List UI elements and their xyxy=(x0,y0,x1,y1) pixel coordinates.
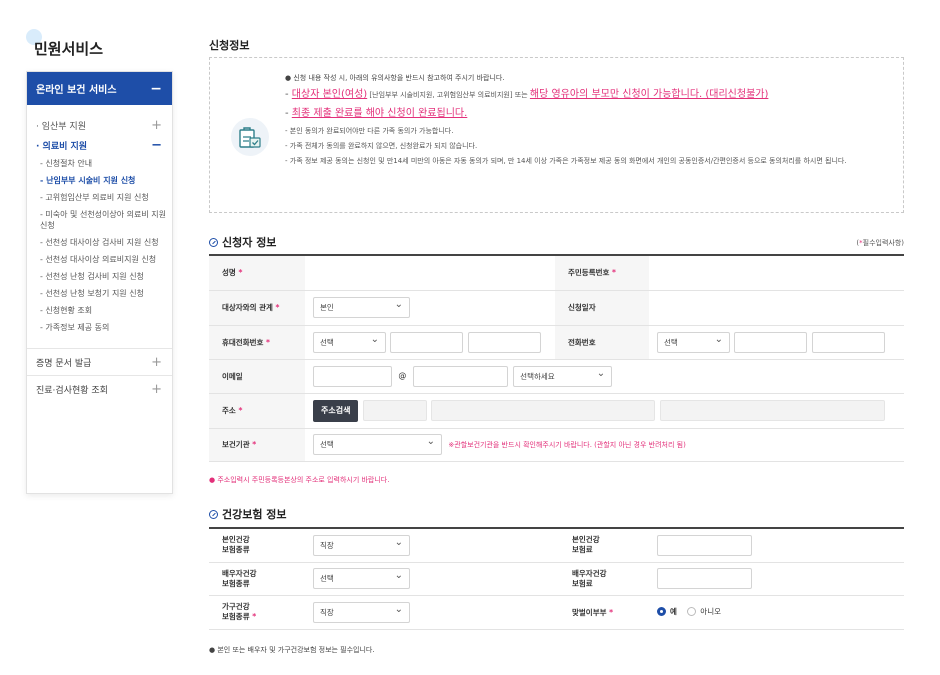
phone-last-input[interactable] xyxy=(811,331,885,353)
required-note: (*필수입력사항) xyxy=(856,239,904,247)
address-search-button[interactable]: 주소검색 xyxy=(313,399,359,422)
rrn-value xyxy=(649,255,904,291)
sidebar-item-label: · 임산부 지원 xyxy=(36,121,86,132)
sidebar-item-label: 진료·검사현황 조회 xyxy=(36,385,108,396)
section-icon xyxy=(209,509,218,519)
sidebar-subitem[interactable]: - 가족정보 제공 동의 xyxy=(40,319,172,336)
expand-icon[interactable]: + xyxy=(151,382,162,397)
spouse-insurance-fee-input[interactable] xyxy=(657,568,752,589)
page-title: 신청정보 xyxy=(209,39,250,52)
sidebar-item-label: 증명 문서 발급 xyxy=(36,358,92,369)
radio-checked-icon xyxy=(657,607,666,616)
household-insurance-type-select[interactable]: 직장 xyxy=(313,600,410,623)
sidebar-subitem[interactable]: - 신청절차 안내 xyxy=(40,155,172,172)
health-center-label: 보건기관 * xyxy=(209,428,305,462)
applicant-form: 성명 * 주민등록번호 * 대상자와의 관계 * 본인 신청일자 휴대전화번호 … xyxy=(209,254,904,462)
address-note: ● 주소입력시 주민등록등본상의 주소로 입력하시기 바랍니다. xyxy=(209,476,390,484)
health-center-warning: ※관할보건기관을 반드시 확인해주시기 바랍니다. (관할지 아닌 경우 반려처… xyxy=(448,440,686,449)
sidebar-subitem[interactable]: - 선천성 난청 검사비 지원 신청 xyxy=(40,268,172,285)
notice-line: - 가족 정보 제공 동의는 신청인 및 만14세 미만의 아동은 자동 동의가… xyxy=(285,157,847,165)
expand-icon[interactable]: + xyxy=(151,355,162,370)
mobile-prefix-select[interactable]: 선택 xyxy=(313,330,386,353)
phone-middle-input[interactable] xyxy=(734,331,808,353)
sidebar-item-exam-status[interactable]: 진료·검사현황 조회 + xyxy=(27,375,172,402)
self-insurance-type-select[interactable]: 직장 xyxy=(313,533,410,556)
sidebar-subitem[interactable]: - 신청현황 조회 xyxy=(40,302,172,319)
date-label: 신청일자 xyxy=(555,290,649,326)
expand-icon[interactable]: + xyxy=(151,118,162,133)
email-id-input[interactable] xyxy=(313,365,392,387)
notice-line: - 최종 제출 완료를 해야 신청이 완료됩니다. xyxy=(285,108,468,119)
sidebar-submenu: - 신청절차 안내 - 난임부부 시술비 지원 신청 - 고위험임산부 의료비 … xyxy=(27,155,172,336)
insurance-form: 본인건강 보험종류 직장 본인건강 보험료 배우자건강 보험종류 선택 배우자건… xyxy=(209,527,904,630)
info-icon: ● xyxy=(209,646,216,654)
spouse-insurance-type-select[interactable]: 선택 xyxy=(313,566,410,589)
health-center-select[interactable]: 선택 xyxy=(313,432,442,455)
sidebar-item-certificates[interactable]: 증명 문서 발급 + xyxy=(27,348,172,375)
section-title-applicant: 신청자 정보 xyxy=(209,234,276,250)
zipcode-input xyxy=(362,400,427,421)
section-icon xyxy=(209,237,218,247)
notice-line: ● 신청 내용 작성 시, 아래의 유의사항을 반드시 참고하여 주시기 바랍니… xyxy=(285,74,505,82)
sidebar-item-maternity[interactable]: · 임산부 지원 + xyxy=(27,115,172,135)
email-at-symbol: @ xyxy=(398,371,407,380)
info-icon: ● xyxy=(285,74,292,82)
sidebar-section-label: 온라인 보건 서비스 xyxy=(36,85,117,96)
sidebar-item-medical-support[interactable]: · 의료비 지원 − xyxy=(27,135,172,155)
mobile-label: 휴대전화번호 * xyxy=(209,325,305,360)
section-title-insurance: 건강보험 정보 xyxy=(209,506,287,522)
relation-select[interactable]: 본인 xyxy=(313,295,410,318)
household-insurance-type-label: 가구건강 보험종류 * xyxy=(209,595,305,630)
mobile-last-input[interactable] xyxy=(467,331,541,353)
dual-income-label: 맞벌이부부 * xyxy=(559,595,649,630)
sidebar-title: 민원서비스 xyxy=(34,40,104,58)
document-check-icon xyxy=(231,118,269,156)
email-domain-input[interactable] xyxy=(412,365,508,387)
address-label: 주소 * xyxy=(209,393,305,429)
notice-line: - 대상자 본인(여성) [난임부부 시술비지원, 고위험임산부 의료비지원] … xyxy=(285,89,769,100)
insurance-footnote: ● 본인 또는 배우자 및 가구건강보험 정보는 필수입니다. xyxy=(209,646,375,654)
rrn-label: 주민등록번호 * xyxy=(555,255,649,291)
sidebar-subitem[interactable]: - 고위험임산부 의료비 지원 신청 xyxy=(40,189,172,206)
sidebar-section-online-health[interactable]: 온라인 보건 서비스 − xyxy=(27,72,172,105)
notice-line: - 본인 동의가 완료되어야만 다른 가족 동의가 가능합니다. xyxy=(285,127,454,135)
spouse-insurance-type-label: 배우자건강 보험종류 xyxy=(209,562,305,596)
name-value xyxy=(305,255,555,291)
dual-income-yes-radio[interactable]: 예 xyxy=(657,606,677,617)
mobile-middle-input[interactable] xyxy=(390,331,464,353)
radio-unchecked-icon xyxy=(687,607,697,616)
sidebar-subitem-current[interactable]: - 난임부부 시술비 지원 신청 xyxy=(40,172,172,189)
relation-label: 대상자와의 관계 * xyxy=(209,290,305,326)
notice-box: ● 신청 내용 작성 시, 아래의 유의사항을 반드시 참고하여 주시기 바랍니… xyxy=(209,57,904,213)
collapse-icon[interactable]: − xyxy=(151,138,162,153)
sidebar-subitem[interactable]: - 선천성 대사이상 의료비지원 신청 xyxy=(40,251,172,268)
notice-line: - 가족 전체가 동의를 완료하지 않으면, 신청완료가 되지 않습니다. xyxy=(285,142,478,150)
email-domain-select[interactable]: 선택하세요 xyxy=(513,364,613,387)
self-insurance-type-label: 본인건강 보험종류 xyxy=(209,528,305,563)
phone-label: 전화번호 xyxy=(555,325,649,360)
sidebar-item-label: · 의료비 지원 xyxy=(36,141,88,152)
spouse-insurance-fee-label: 배우자건강 보험료 xyxy=(559,562,649,596)
phone-prefix-select[interactable]: 선택 xyxy=(657,330,730,353)
dual-income-no-radio[interactable]: 아니오 xyxy=(687,606,721,617)
date-value xyxy=(649,290,904,326)
self-insurance-fee-input[interactable] xyxy=(657,534,752,556)
collapse-icon[interactable]: − xyxy=(150,81,162,97)
sidebar-subitem[interactable]: - 미숙아 및 선천성이상아 의료비 지원 신청 xyxy=(40,206,172,234)
email-label: 이메일 xyxy=(209,359,305,394)
sidebar-subitem[interactable]: - 선천성 난청 보청기 지원 신청 xyxy=(40,285,172,302)
self-insurance-fee-label: 본인건강 보험료 xyxy=(559,528,649,563)
address-detail-input[interactable] xyxy=(659,400,885,421)
sidebar-subitem[interactable]: - 선천성 대사이상 검사비 지원 신청 xyxy=(40,234,172,251)
info-icon: ● xyxy=(209,476,216,484)
name-label: 성명 * xyxy=(209,255,305,291)
sidebar-menu: 온라인 보건 서비스 − · 임산부 지원 + · 의료비 지원 − - 신청절… xyxy=(26,71,173,494)
address-input xyxy=(431,400,656,421)
